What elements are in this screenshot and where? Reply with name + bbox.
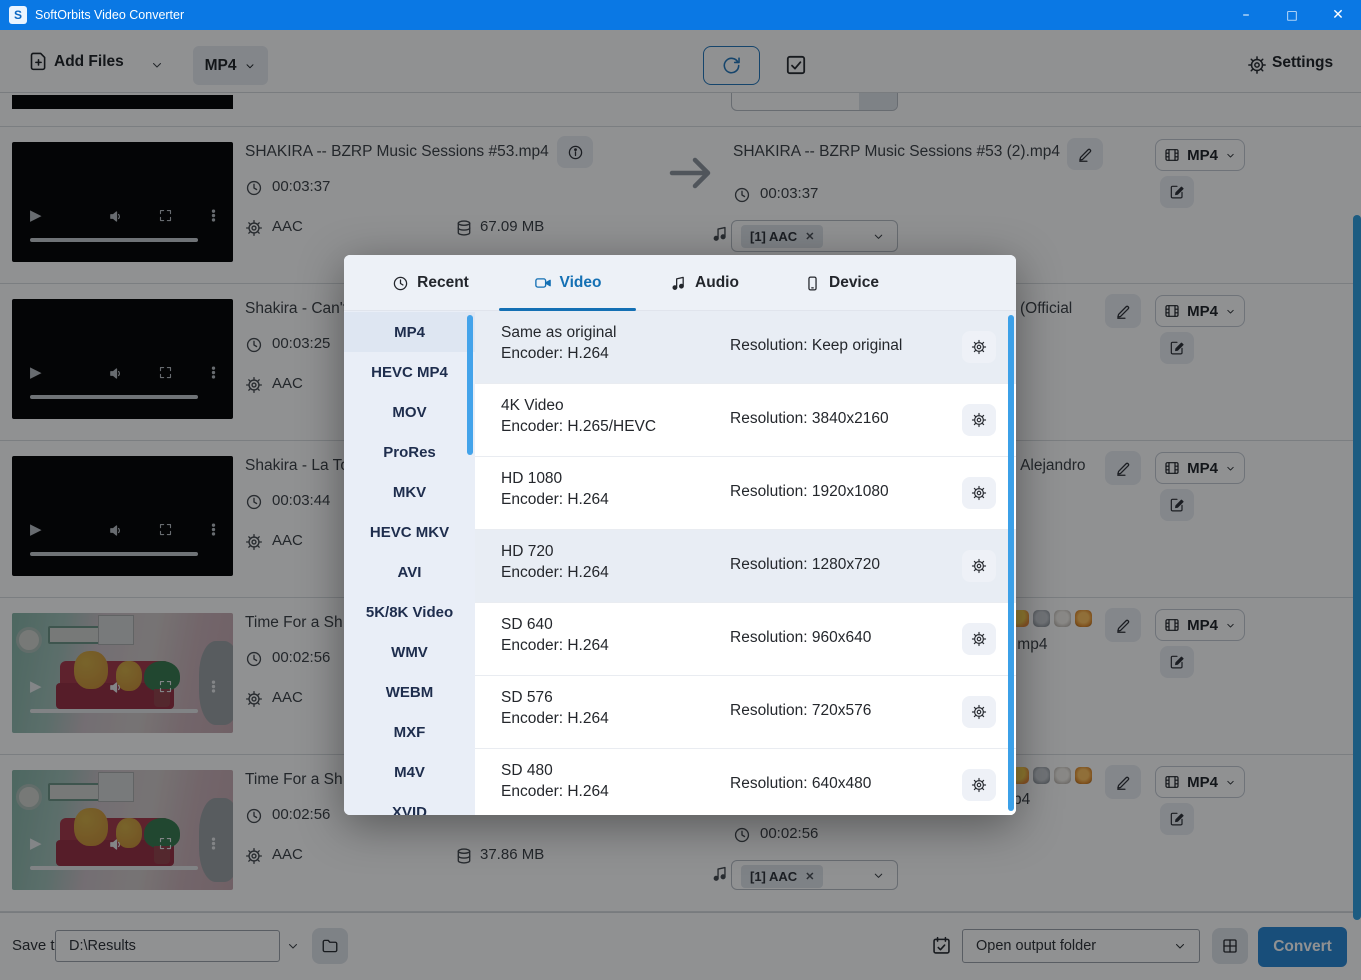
tab-label: Audio [695,274,739,292]
preset-resolution: Resolution: Keep original [730,337,902,355]
tab-device[interactable]: Device [773,255,910,311]
preset-resolution: Resolution: 1280x720 [730,556,880,574]
sidebar-item-hevc-mp4[interactable]: HEVC MP4 [344,352,475,392]
gear-icon [971,631,987,647]
clock-icon [392,275,409,292]
preset-settings-button[interactable] [962,623,996,655]
preset-row-sd576[interactable]: SD 576 Encoder: H.264 Resolution: 720x57… [475,676,1016,749]
window-title: SoftOrbits Video Converter [35,8,184,22]
preset-row-4k[interactable]: 4K Video Encoder: H.265/HEVC Resolution:… [475,384,1016,457]
maximize-button[interactable]: □ [1269,0,1315,30]
gear-icon [971,485,987,501]
preset-row-hd1080[interactable]: HD 1080 Encoder: H.264 Resolution: 1920x… [475,457,1016,530]
preset-encoder: Encoder: H.264 [501,710,609,728]
sidebar-item-m4v[interactable]: M4V [344,752,475,792]
preset-row-sd640[interactable]: SD 640 Encoder: H.264 Resolution: 960x64… [475,603,1016,676]
preset-resolution: Resolution: 640x480 [730,775,871,793]
preset-encoder: Encoder: H.264 [501,345,609,363]
tab-label: Video [560,274,602,292]
tab-video[interactable]: Video [499,255,636,311]
preset-settings-button[interactable] [962,331,996,363]
sidebar-item-xvid[interactable]: XVID [344,792,475,815]
sidebar-item-prores[interactable]: ProRes [344,432,475,472]
sidebar-item-mov[interactable]: MOV [344,392,475,432]
preset-title: Same as original [501,324,616,342]
sidebar-item-mkv[interactable]: MKV [344,472,475,512]
preset-title: SD 576 [501,689,553,707]
sidebar-item-hevc-mkv[interactable]: HEVC MKV [344,512,475,552]
preset-encoder: Encoder: H.264 [501,637,609,655]
preset-settings-button[interactable] [962,769,996,801]
preset-title: SD 480 [501,762,553,780]
preset-row-hd720[interactable]: HD 720 Encoder: H.264 Resolution: 1280x7… [475,530,1016,603]
preset-settings-button[interactable] [962,477,996,509]
sidebar-item-avi[interactable]: AVI [344,552,475,592]
preset-encoder: Encoder: H.264 [501,491,609,509]
preset-title: HD 1080 [501,470,562,488]
close-button[interactable]: ✕ [1315,0,1361,30]
preset-encoder: Encoder: H.265/HEVC [501,418,656,436]
sidebar-item-5k8k[interactable]: 5K/8K Video [344,592,475,632]
video-camera-icon [534,274,552,292]
preset-encoder: Encoder: H.264 [501,564,609,582]
format-preset-popup: Recent Video Audio Device MP4 HEVC MP [344,255,1016,815]
preset-settings-button[interactable] [962,404,996,436]
preset-resolution: Resolution: 720x576 [730,702,871,720]
titlebar: S SoftOrbits Video Converter – □ ✕ [0,0,1361,30]
preset-settings-button[interactable] [962,550,996,582]
window-controls: – □ ✕ [1223,0,1361,30]
preset-settings-button[interactable] [962,696,996,728]
tab-recent[interactable]: Recent [362,255,499,311]
preset-row-same-as-original[interactable]: Same as original Encoder: H.264 Resoluti… [475,311,1016,384]
gear-icon [971,339,987,355]
gear-icon [971,777,987,793]
sidebar-item-wmv[interactable]: WMV [344,632,475,672]
sidebar-item-mxf[interactable]: MXF [344,712,475,752]
preset-resolution: Resolution: 1920x1080 [730,483,889,501]
tab-label: Device [829,274,879,292]
preset-list-scrollbar[interactable] [1008,315,1014,811]
sidebar-item-webm[interactable]: WEBM [344,672,475,712]
preset-title: SD 640 [501,616,553,634]
preset-title: HD 720 [501,543,554,561]
app-window: S SoftOrbits Video Converter – □ ✕ Add F… [0,0,1361,980]
tab-label: Recent [417,274,469,292]
tab-audio[interactable]: Audio [636,255,773,311]
minimize-button[interactable]: – [1223,0,1269,30]
sidebar-item-mp4[interactable]: MP4 [344,312,475,352]
app-logo-icon: S [9,6,27,24]
preset-resolution: Resolution: 960x640 [730,629,871,647]
preset-row-sd480[interactable]: SD 480 Encoder: H.264 Resolution: 640x48… [475,749,1016,815]
popup-tabbar: Recent Video Audio Device [344,255,1016,311]
preset-list: Same as original Encoder: H.264 Resoluti… [475,311,1016,815]
sidebar-scrollbar[interactable] [467,315,473,455]
gear-icon [971,704,987,720]
preset-encoder: Encoder: H.264 [501,783,609,801]
preset-title: 4K Video [501,397,564,415]
smartphone-icon [804,275,821,292]
format-sidebar: MP4 HEVC MP4 MOV ProRes MKV HEVC MKV AVI… [344,311,475,815]
gear-icon [971,558,987,574]
music-note-icon [670,275,687,292]
gear-icon [971,412,987,428]
preset-resolution: Resolution: 3840x2160 [730,410,889,428]
